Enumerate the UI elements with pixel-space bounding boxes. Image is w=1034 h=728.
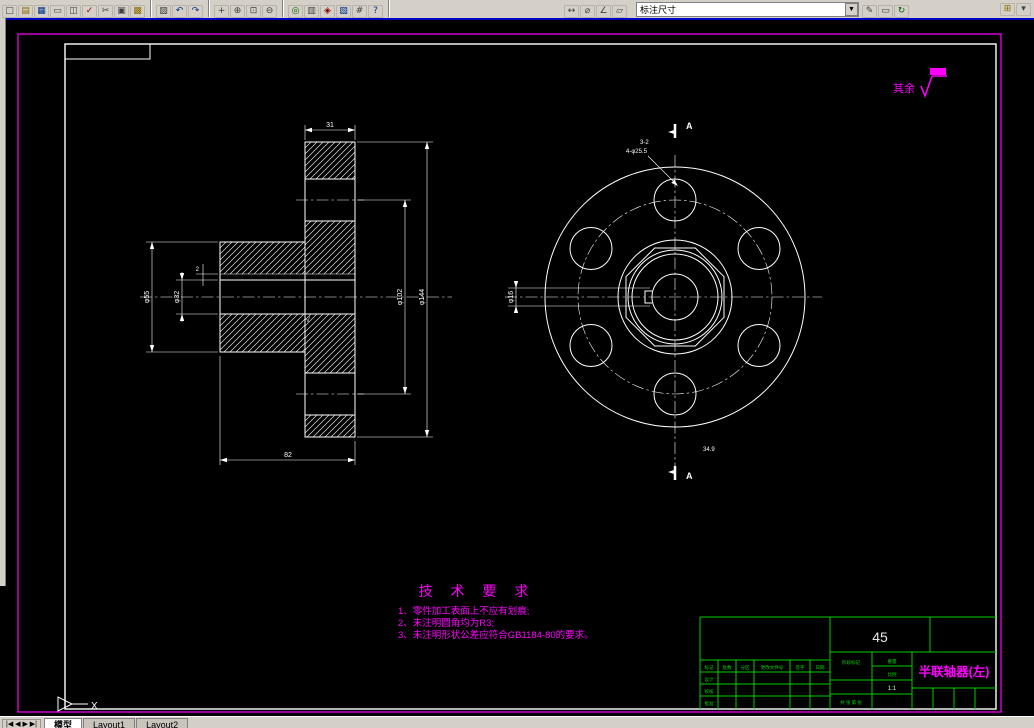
toolbar-separator <box>388 0 390 17</box>
dia-hub-label: φ55 <box>144 291 151 303</box>
right-view-front <box>505 155 822 482</box>
toolbar-group: □ ▤ ▦ ▭ ◫ ✓ ✂ ▣ ▩ <box>2 5 146 18</box>
tb-header-3: 更改文件号 <box>761 664 784 671</box>
toolbar-separator <box>208 0 210 17</box>
tb-header-4: 签字 <box>796 664 805 670</box>
material-label: 45 <box>872 629 888 645</box>
named-views-button[interactable]: ▥ <box>304 5 319 18</box>
roughness-value-mark <box>930 68 946 75</box>
osnap-settings-button[interactable]: ⊞ <box>1000 2 1015 16</box>
layout-tab-bar: |◀ ◀ ▶ ▶| 模型 Layout1 Layout2 <box>0 716 1034 728</box>
docked-toolbar-edge <box>0 18 6 586</box>
zoom-realtime-button[interactable]: ⊕ <box>230 5 245 18</box>
section-label-top: A <box>686 121 693 131</box>
tech-req-item-1: 1、零件加工表面上不应有划痕; <box>398 605 529 617</box>
print-button[interactable]: ▭ <box>50 5 65 18</box>
new-button[interactable]: □ <box>2 5 17 18</box>
tb-row-2: 批准 <box>705 700 714 707</box>
copy-button[interactable]: ▣ <box>114 5 129 18</box>
tech-req-item-3: 3、未注明形状公差应符合GB1184-80的要求。 <box>398 629 594 641</box>
tb-scale-value: 1:1 <box>888 686 897 692</box>
roughness-mark: √ <box>306 316 310 324</box>
cut-button[interactable]: ✂ <box>98 5 113 18</box>
toolbar-main: □ ▤ ▦ ▭ ◫ ✓ ✂ ▣ ▩ ▨ ↶ ↷ + ⊕ ⊡ ⊖ ◎ ▥ ◈ ▧ #? ↔ ⌀ ∠ ▱ <box>2 0 628 18</box>
toolbar-group: + ⊕ ⊡ ⊖ <box>214 5 278 18</box>
toolbar-options-button[interactable]: ▾ <box>1016 2 1031 16</box>
dim-key-label: 2 <box>196 267 200 273</box>
ucs-icon: X <box>57 696 98 712</box>
toolbar-separator <box>282 0 284 17</box>
toolbar-group: ◎ ▥ ◈ ▧ #? <box>288 5 384 18</box>
dia-outer-label: φ144 <box>419 289 426 305</box>
tb-header-2: 分区 <box>741 664 750 671</box>
dim-style-dropdown-value: 标注尺寸 <box>640 4 677 15</box>
dim-style-dropdown[interactable]: 标注尺寸 ▼ <box>636 1 859 17</box>
toolbar-far: ⊞ ▾ <box>1000 2 1032 16</box>
print-preview-button[interactable]: ◫ <box>66 5 81 18</box>
zoom-previous-button[interactable]: ⊖ <box>262 5 277 18</box>
chevron-down-icon[interactable]: ▼ <box>845 2 858 16</box>
tb-row-0: 设计 <box>705 676 714 683</box>
section-label-bottom: A <box>686 471 693 481</box>
tech-req-title: 技 术 要 求 <box>419 583 536 599</box>
drawing-canvas[interactable]: √ 31 82 φ144 φ102 φ55 φ32 2 A A 3-2 4-φ2… <box>0 20 1034 716</box>
tb-row-1: 校核 <box>705 688 714 695</box>
distance-button[interactable]: # <box>352 5 367 18</box>
redo-button[interactable]: ↷ <box>188 5 203 18</box>
part-name-label: 半联轴器(左) <box>919 664 990 679</box>
left-view-dimensions: 31 82 φ144 φ102 φ55 φ32 2 <box>144 122 433 465</box>
tb-weight-label: 重量 <box>888 658 897 665</box>
match-properties-button[interactable]: ▨ <box>156 5 171 18</box>
tab-layout2[interactable]: Layout2 <box>136 717 189 728</box>
hole-note-2: 4-φ25.5 <box>626 149 648 155</box>
dim-linear-button[interactable]: ↔ <box>564 5 579 18</box>
tab-model[interactable]: 模型 <box>44 717 83 728</box>
tb-scale-label: 比例 <box>888 671 897 678</box>
properties-button[interactable]: ▧ <box>336 5 351 18</box>
tb-header-0: 标记 <box>705 664 714 671</box>
redraw-button[interactable]: ◈ <box>320 5 335 18</box>
surface-finish-note: 其余 <box>893 68 947 99</box>
tb-header-5: 日期 <box>816 665 825 671</box>
dim-text-edit-button[interactable]: ▭ <box>878 5 893 18</box>
tab-layout1[interactable]: Layout1 <box>83 717 136 728</box>
title-block: 45 半联轴器(左) 标记 处数 分区 更改文件号 签字 日期 设计 校核 批准… <box>699 616 996 709</box>
pan-button[interactable]: + <box>214 5 229 18</box>
dim-bottom-label: 82 <box>284 452 292 459</box>
tech-req-item-2: 2、未注明圆角均为R3; <box>398 617 494 629</box>
dim-edit-button[interactable]: ✎ <box>862 5 877 18</box>
dim-diameter-button[interactable]: ⌀ <box>580 5 595 18</box>
undo-button[interactable]: ↶ <box>172 5 187 18</box>
dim-bottom-right-view: 34.9 <box>703 447 715 453</box>
save-button[interactable]: ▦ <box>34 5 49 18</box>
dia-left-label: φ16 <box>508 291 515 303</box>
paste-button[interactable]: ▩ <box>130 5 145 18</box>
toolbar-group: ▨ ↶ ↷ <box>156 5 204 18</box>
dia-bore-label: φ32 <box>174 291 181 303</box>
ucs-x-label: X <box>91 701 98 712</box>
dia-inner-label: φ102 <box>397 289 404 305</box>
tb-sheets-label: 共 张 第 张 <box>840 699 862 706</box>
dim-update-button[interactable]: ↻ <box>894 5 909 18</box>
zoom-window-button[interactable]: ⊡ <box>246 5 261 18</box>
toolbar-right: ✎ ▭ ↻ <box>862 0 910 18</box>
toolbar: □ ▤ ▦ ▭ ◫ ✓ ✂ ▣ ▩ ▨ ↶ ↷ + ⊕ ⊡ ⊖ ◎ ▥ ◈ ▧ #? ↔ ⌀ ∠ ▱ 标注尺寸 ▼ ✎ ▭ ↻ ⊞ ▾ <box>0 0 1034 20</box>
toolbar-group: ↔ ⌀ ∠ ▱ <box>564 5 628 18</box>
dim-angular-button[interactable]: ∠ <box>596 5 611 18</box>
hole-note-1: 3-2 <box>640 140 649 146</box>
dim-top-label: 31 <box>326 122 334 129</box>
tab-nav-arrows[interactable]: |◀ ◀ ▶ ▶| <box>2 719 42 728</box>
tb-header-1: 处数 <box>723 664 732 671</box>
technical-requirements: 技 术 要 求 1、零件加工表面上不应有划痕; 2、未注明圆角均为R3; 3、未… <box>398 583 594 641</box>
tb-stage-label: 阶段标记 <box>842 659 860 666</box>
toolbar-separator <box>150 0 152 17</box>
open-button[interactable]: ▤ <box>18 5 33 18</box>
spell-button[interactable]: ✓ <box>82 5 97 18</box>
surface-note-text: 其余 <box>893 81 915 95</box>
help-context-button[interactable]: ? <box>368 5 383 18</box>
aerial-view-button[interactable]: ◎ <box>288 5 303 18</box>
dim-style-button[interactable]: ▱ <box>612 5 627 18</box>
